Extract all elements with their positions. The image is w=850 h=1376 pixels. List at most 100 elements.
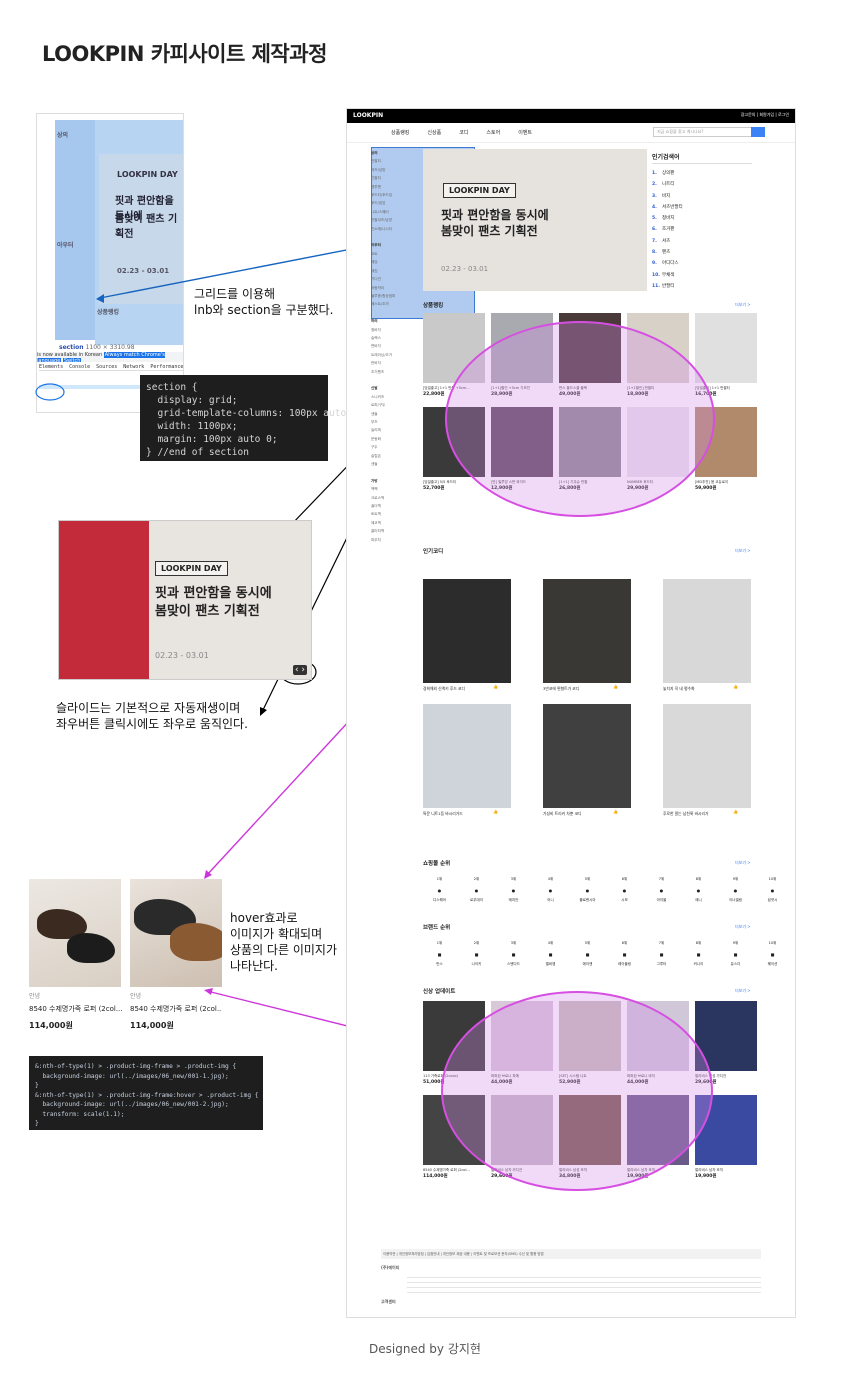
rank-keyword[interactable]: 셔츠 [662, 239, 670, 244]
shop-logo[interactable]: ● [754, 882, 791, 898]
product-card[interactable]: 안녕 8540 수제명가죽 로퍼 (2col... 114,000원 [29, 879, 123, 1031]
lnb-item[interactable]: 면바지 [371, 344, 381, 348]
lnb-item[interactable]: 후드/집업 [371, 201, 385, 205]
rank-item[interactable]: 2. 니트티 [652, 179, 752, 190]
codi-card[interactable]: 👍 263 특문 니트1등 바시리거드 [423, 704, 511, 817]
slide-arrows[interactable]: ‹ › [292, 665, 307, 675]
brand-name[interactable]: 유스더 [717, 962, 754, 967]
brand-name[interactable]: 커니이 [680, 962, 717, 967]
rank-keyword[interactable]: 반팔티 [662, 284, 674, 289]
brand-logo[interactable]: ■ [421, 946, 458, 962]
brand-name[interactable]: 스탠다드 [495, 962, 532, 967]
lnb-item[interactable]: 샌들 [371, 412, 378, 416]
more-link[interactable]: 더보기 > [735, 302, 751, 308]
shop-rank-item[interactable]: 5위 ● 플로렌시아 [569, 877, 606, 903]
lnb-item[interactable]: 슬랙스 [371, 336, 381, 340]
lnb-item[interactable]: 스니커즈 [371, 395, 384, 399]
rank-item[interactable]: 8. 팬츠 [652, 247, 752, 258]
more-link[interactable]: 더보기 > [735, 860, 751, 866]
shop-name[interactable]: 어니 [532, 898, 569, 903]
brand-rank-item[interactable]: 10위 ■ 퀘이션 [754, 941, 791, 967]
shop-rank-item[interactable]: 7위 ● 아이올 [643, 877, 680, 903]
shop-name[interactable]: 매치안 [495, 898, 532, 903]
brand-rank-item[interactable]: 5위 ■ 에이앤 [569, 941, 606, 967]
lnb-item[interactable]: 로퍼/구두 [371, 403, 385, 407]
brand-logo[interactable]: ■ [717, 946, 754, 962]
rank-keyword[interactable]: 바지 [662, 194, 670, 199]
gnb-item[interactable]: 신상품 [427, 129, 441, 136]
lnb-item[interactable]: 셔츠/남방 [371, 168, 385, 172]
more-link[interactable]: 더보기 > [735, 924, 751, 930]
brand-logo[interactable]: ■ [569, 946, 606, 962]
lnb-item[interactable]: 바람막이 [371, 286, 384, 290]
more-link[interactable]: 더보기 > [735, 548, 751, 554]
rank-keyword[interactable]: 상의팬 [662, 171, 674, 176]
lnb-heading[interactable]: 상의 [371, 151, 378, 155]
footer-nav[interactable]: 이용약관 | 개인정보처리방침 | 입점안내 | 개인정보 제공 내용 | 이벤… [381, 1249, 761, 1259]
brand-logo[interactable]: ■ [680, 946, 717, 962]
shop-logo[interactable]: ● [680, 882, 717, 898]
codi-image[interactable]: 👍 263 [423, 704, 511, 814]
lnb-item[interactable]: 반팔셔츠/남방 [371, 218, 392, 222]
shop-rank-item[interactable]: 6위 ● 시보 [606, 877, 643, 903]
lnb-item[interactable]: 재킷 [371, 269, 378, 273]
brand-name[interactable]: 레이블링 [606, 962, 643, 967]
brand-rank-item[interactable]: 6위 ■ 레이블링 [606, 941, 643, 967]
rank-keyword[interactable]: 조거팬 [662, 227, 674, 232]
shop-logo[interactable]: ● [458, 882, 495, 898]
lnb-item[interactable]: 백팩 [371, 487, 378, 491]
lnb-item[interactable]: 후드티/후드집 [371, 193, 392, 197]
shop-rank-item[interactable]: 10위 ● 쉽셋시 [754, 877, 791, 903]
rank-keyword[interactable]: 셔츠반팔티 [662, 205, 683, 210]
lnb-item[interactable]: 민소매/나시티 [371, 227, 392, 231]
lnb-item[interactable]: 청바지 [371, 328, 381, 332]
more-link[interactable]: 더보기 > [735, 988, 751, 994]
top-links[interactable]: 광고문의 | 회원가입 | 로그인 [741, 112, 789, 120]
lnb-item[interactable]: 슬리퍼 [371, 428, 381, 432]
brand-rank-item[interactable]: 4위 ■ 엘비엠 [532, 941, 569, 967]
lnb-item[interactable]: 토트백 [371, 512, 381, 516]
codi-card[interactable]: 👍 233 경희해외 신액키 후드 코디 [423, 579, 511, 692]
brand-logo[interactable]: ■ [532, 946, 569, 962]
shop-rank-item[interactable]: 9위 ● 이너셀링 [717, 877, 754, 903]
shop-name[interactable]: 애니 [680, 898, 717, 903]
codi-card[interactable]: 👍 82 가성비 트리커 차뿐 코디 [543, 704, 631, 817]
gnb-item[interactable]: 이벤트 [518, 129, 532, 136]
lnb-item[interactable]: 트레이닝/조거 [371, 353, 392, 357]
lnb-item[interactable]: 파우치 [371, 538, 381, 542]
brand-rank-item[interactable]: 2위 ■ 나이키 [458, 941, 495, 967]
lnb-item[interactable]: 코트 [371, 252, 378, 256]
lnb-item[interactable]: 에코백 [371, 521, 381, 525]
product-image-hover[interactable] [130, 879, 222, 987]
shop-logo[interactable]: ● [606, 882, 643, 898]
brand-logo[interactable]: ■ [458, 946, 495, 962]
product-name[interactable]: 8540 수제명가죽 로퍼 (2col... [130, 1004, 222, 1014]
lnb-item[interactable]: 크로스백 [371, 496, 384, 500]
shop-rank-item[interactable]: 8위 ● 애니 [680, 877, 717, 903]
lnb-item[interactable]: 숄더백 [371, 504, 381, 508]
product-image[interactable] [695, 313, 757, 383]
shop-rank-item[interactable]: 3위 ● 매치안 [495, 877, 532, 903]
brand-name[interactable]: 퀘이션 [754, 962, 791, 967]
rank-item[interactable]: 11. 반팔티 [652, 281, 752, 292]
codi-image[interactable]: 👍 90 [663, 579, 751, 689]
brand-logo[interactable]: ■ [643, 946, 680, 962]
product-card-hover[interactable]: 안녕 8540 수제명가죽 로퍼 (2col... 114,000원 [130, 879, 222, 1031]
lnb-item[interactable]: 슬립온 [371, 454, 381, 458]
lnb-heading[interactable]: 아우터 [371, 243, 381, 247]
codi-image[interactable]: 👍 233 [423, 579, 511, 689]
shop-logo[interactable]: ● [421, 882, 458, 898]
rank-keyword[interactable]: 니트티 [662, 182, 674, 187]
codi-card[interactable]: 👍 156 3만코에 편형트가 코디 [543, 579, 631, 692]
gnb-item[interactable]: 상품랭킹 [391, 129, 409, 136]
shop-name[interactable]: 디스퀘어 [421, 898, 458, 903]
gnb-item[interactable]: 스토어 [486, 129, 500, 136]
lnb-item[interactable]: 반팔티 [371, 159, 381, 163]
shop-logo[interactable]: ● [569, 882, 606, 898]
brand-logo[interactable]: ■ [754, 946, 791, 962]
rank-item[interactable]: 9. 아디다스 [652, 258, 752, 269]
rank-item[interactable]: 3. 바지 [652, 191, 752, 202]
lnb-item[interactable]: 부츠 [371, 420, 378, 424]
codi-card[interactable]: 👍 90 놓치지 꼭 네 평수화 [663, 579, 751, 692]
rank-keyword[interactable]: 무채색 [662, 273, 674, 278]
